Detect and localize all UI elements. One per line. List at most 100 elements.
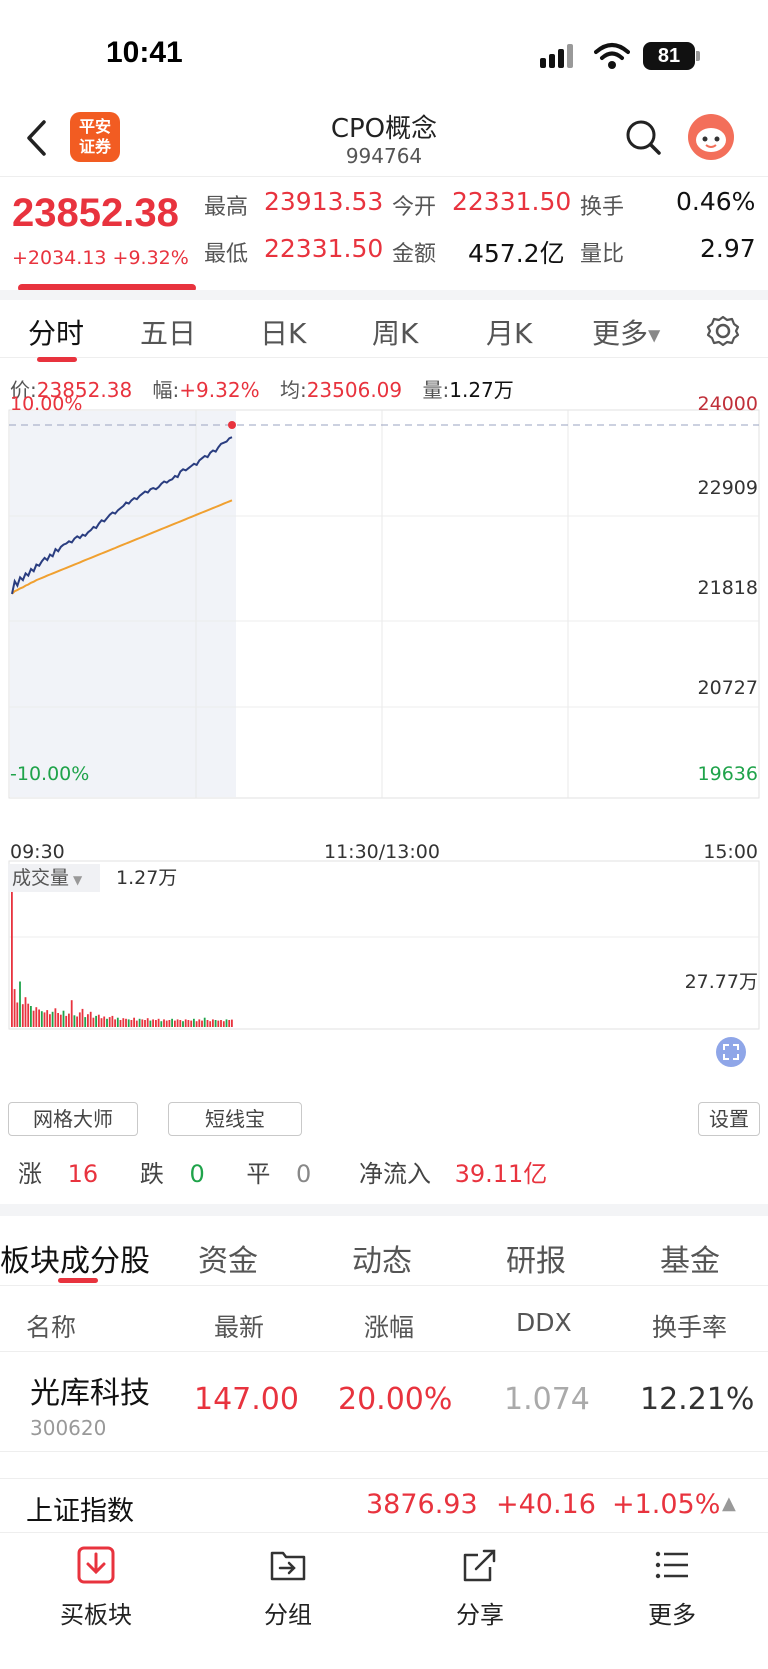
x-tick-mid: 11:30/13:00 [324, 841, 440, 863]
battery-cap [696, 51, 700, 61]
volume-bar [78, 1012, 81, 1027]
volume-indicator-select[interactable]: 成交量 ▼ [8, 864, 100, 892]
y-tick-2: 22909 [697, 477, 758, 499]
chart-canvas [8, 409, 760, 1030]
col-ddx[interactable]: DDX [516, 1308, 572, 1337]
volume-bar [84, 1017, 87, 1027]
mascot-icon [696, 128, 726, 152]
stock-code: 300620 [30, 1416, 107, 1440]
volume-bar [206, 1020, 209, 1027]
volume-bar [163, 1019, 165, 1027]
tab-etf[interactable]: 基金 [660, 1236, 720, 1280]
index-pct: +1.05% [612, 1489, 721, 1520]
volume-bar [51, 1011, 54, 1027]
nav-label-group: 分组 [264, 1601, 312, 1629]
quote-panel: 23852.38 +2034.13 +9.32% 最高 23913.53 今开 … [0, 176, 768, 286]
tab-intraday[interactable]: 分时 [28, 312, 84, 352]
volume-bar [214, 1020, 217, 1027]
x-tick-end: 15:00 [703, 841, 758, 863]
volume-bar [87, 1014, 89, 1027]
nav-share[interactable]: 分享 [420, 1545, 540, 1630]
volume-bar [27, 1003, 30, 1027]
info-vol: 1.27万 [449, 378, 514, 402]
volume-bar [103, 1016, 106, 1027]
volume-label: 成交量 [12, 867, 70, 889]
volume-bar [195, 1021, 198, 1027]
volume-bar [179, 1020, 182, 1027]
chart-settings-button[interactable]: 设置 [698, 1102, 760, 1136]
volume-bar [19, 981, 21, 1027]
search-icon[interactable] [624, 118, 662, 156]
info-avg-label: 均: [279, 378, 307, 402]
tab-more-label: 更多 [592, 317, 649, 350]
tab-monthly-k[interactable]: 月K [486, 312, 532, 352]
tab-daily-k[interactable]: 日K [260, 312, 306, 352]
amount-label: 金额 [392, 242, 437, 267]
short-term-treasure-button[interactable]: 短线宝 [168, 1102, 302, 1136]
signal-icon [540, 44, 573, 68]
volume-bar [152, 1019, 154, 1027]
volume-bar [100, 1018, 103, 1027]
volume-bar [81, 1008, 84, 1027]
high-value: 23913.53 [264, 187, 384, 216]
col-name[interactable]: 名称 [26, 1308, 76, 1344]
breadth-stats: 涨 16 跌 0 平 0 净流入 39.11亿 [18, 1154, 547, 1189]
col-turnover[interactable]: 换手率 [652, 1308, 727, 1344]
stock-name: 光库科技 [30, 1376, 150, 1411]
nav-label-buy: 买板块 [60, 1601, 132, 1629]
info-avg: 23506.09 [306, 378, 403, 402]
volume-bar [127, 1019, 130, 1027]
volume-bar [171, 1018, 173, 1027]
settings-icon[interactable] [706, 314, 740, 348]
nav-group[interactable]: 分组 [228, 1545, 348, 1630]
col-latest[interactable]: 最新 [214, 1308, 264, 1344]
volume-bar [59, 1014, 62, 1027]
nav-buy-sector[interactable]: 买板块 [36, 1545, 156, 1630]
x-tick-start: 09:30 [10, 841, 65, 863]
index-ticker-bar[interactable]: 上证指数 3876.93 +40.16 +1.05% ▲ [0, 1478, 768, 1532]
tab-constituents[interactable]: 板块成分股 [0, 1236, 150, 1280]
tab-news[interactable]: 动态 [352, 1236, 412, 1280]
last-price-dot [228, 421, 236, 429]
tab-more[interactable]: 更多▼ [592, 312, 660, 352]
status-time: 10:41 [106, 36, 183, 69]
volume-bar [119, 1020, 122, 1027]
expand-icon [723, 1044, 739, 1060]
table-row[interactable]: 光库科技 300620 147.00 20.00% 1.074 12.21% [0, 1352, 768, 1452]
turnover-value: 0.46% [676, 187, 756, 216]
caret-up-icon[interactable]: ▲ [722, 1493, 736, 1514]
col-change[interactable]: 涨幅 [364, 1308, 414, 1344]
open-label: 今开 [392, 195, 437, 220]
volume-bar [65, 1015, 68, 1027]
y-tick-4: 20727 [697, 677, 758, 699]
nav-more[interactable]: 更多 [612, 1545, 732, 1630]
volume-bar [111, 1015, 114, 1027]
volume-bar [125, 1018, 127, 1027]
volume-bar [184, 1019, 187, 1027]
stock-change: 20.00% [338, 1382, 453, 1417]
tab-research[interactable]: 研报 [506, 1236, 566, 1280]
bottom-nav: 买板块 分组 分享 更多 [0, 1532, 768, 1669]
down-count: 0 [189, 1160, 205, 1188]
volume-bar [68, 1013, 70, 1027]
volume-bar [70, 1000, 73, 1027]
high-label: 最高 [204, 195, 249, 220]
y-tick-5: 19636 [697, 763, 758, 785]
volume-bar [222, 1021, 225, 1027]
menu-icon [655, 1551, 688, 1579]
grid-master-button[interactable]: 网格大师 [8, 1102, 138, 1136]
caret-down-icon: ▼ [73, 873, 83, 887]
fullscreen-button[interactable] [716, 1037, 746, 1067]
info-range-label: 幅: [152, 378, 180, 402]
current-price: 23852.38 [12, 191, 179, 235]
avatar[interactable] [688, 114, 734, 160]
tab-funds[interactable]: 资金 [198, 1236, 258, 1280]
folder-icon [270, 1551, 306, 1581]
tab-five-day[interactable]: 五日 [140, 312, 196, 352]
header: 平安证券 CPO概念 994764 [0, 100, 768, 172]
tab-weekly-k[interactable]: 周K [372, 312, 418, 352]
volume-bar [203, 1017, 206, 1027]
intraday-chart[interactable]: 10.00% -10.00% 24000 22909 21818 20727 1… [0, 393, 768, 1095]
chart-info-line: 价:23852.38 幅:+9.32% 均:23506.09 量:1.27万 [10, 374, 528, 403]
vol-ratio-value: 2.97 [700, 234, 756, 263]
